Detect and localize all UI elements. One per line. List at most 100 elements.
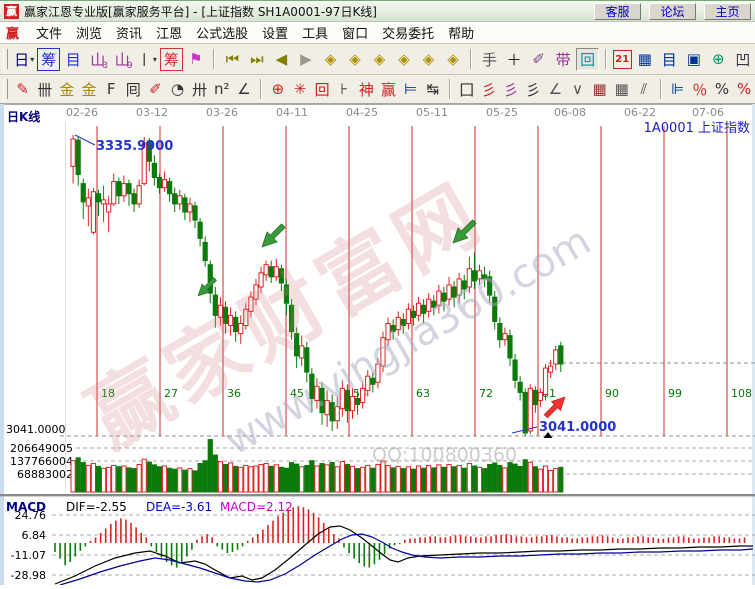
toolbar-shen-grid-icon[interactable]: 神 [356,78,376,101]
candle-body [157,178,161,188]
forum-button[interactable]: 论坛 [649,3,696,20]
toolbar-price-grid-icon[interactable]: 卅 [190,78,210,101]
homepage-button[interactable]: 主页 [704,3,751,20]
toolbar-diamond-right-icon[interactable]: ◈ [344,48,367,71]
toolbar-chip-tool-active-icon[interactable]: 筹 [160,48,183,71]
toolbar-save-disk-icon[interactable]: ▣ [683,48,706,71]
candle-body [559,346,563,364]
toolbar-trend-pen-icon[interactable]: ✎ [13,78,33,101]
toolbar-fan-square-icon[interactable]: 彡 [523,78,543,101]
toolbar-calculator-icon[interactable]: ▦ [634,48,657,71]
volume-bar [472,466,476,492]
menu-item-江恩[interactable]: 江恩 [149,27,189,42]
toolbar-fibonacci-grid-icon[interactable]: F [101,78,121,101]
volume-bar [300,467,304,492]
toolbar-fan-lines-icon[interactable]: 彡 [479,78,499,101]
toolbar-hand-tool-icon[interactable]: 手 [478,48,501,71]
toolbar-time-clock-icon[interactable]: ◔ [168,78,188,101]
toolbar-row-1: 日▾筹目山3山9〡▾筹⚑⏮⏭◀▶◈◈◈◈◈◈手＋✐带回21▦目▣⊕凹 [0,44,755,75]
toolbar-percent-red-icon[interactable]: % [734,78,754,101]
toolbar-gann-starburst-icon[interactable]: ✳ [290,78,310,101]
candle-body [193,206,197,220]
toolbar-gold-grid-icon[interactable]: 金 [57,78,77,101]
menu-item-交易委托[interactable]: 交易委托 [375,27,441,42]
toolbar-smart-brain-icon[interactable]: 回 [576,48,599,71]
toolbar-acute-lines-icon[interactable]: ∠ [545,78,565,101]
menu-item-资讯[interactable]: 资讯 [109,27,149,42]
volume-bar [452,467,456,492]
candle-body [503,334,507,340]
toolbar-gann-target-icon[interactable]: ⊕ [268,78,288,101]
menu-item-浏览[interactable]: 浏览 [69,27,109,42]
toolbar-ribbon-tool-icon[interactable]: 带 [552,48,575,71]
toolbar-diamond-left-icon[interactable]: ◈ [319,48,342,71]
toolbar-angle-pen-icon[interactable]: ✐ [145,78,165,101]
toolbar-diamond-fit-icon[interactable]: ◈ [442,48,465,71]
toolbar-terminal-icon[interactable]: 凹 [732,48,755,71]
menu-item-帮助[interactable]: 帮助 [441,27,481,42]
watermark-qq: QQ:100800360 [372,444,517,466]
volume-bar [310,461,314,492]
volume-bar [152,465,156,492]
toolbar-box-tool-icon[interactable]: 囗 [457,78,477,101]
volume-bar [340,462,344,492]
toolbar-percent-icon[interactable]: % [712,78,732,101]
toolbar-draw-pen-icon[interactable]: ✐ [527,48,550,71]
volume-bar [345,464,349,492]
toolbar-square-spiral-icon[interactable]: 回 [312,78,332,101]
toolbar-price-ruler-icon[interactable]: ⊨ [401,78,421,101]
customer-service-button[interactable]: 客服 [594,3,641,20]
toolbar-kline-style-dropdown[interactable]: 日▾ [13,48,36,71]
toolbar-zigzag-icon[interactable]: ∨ [567,78,587,101]
toolbar-calendar-icon[interactable]: 21 [613,50,632,69]
toolbar-skip-start-icon[interactable]: ⏮ [221,48,244,71]
toolbar-diamond-up-icon[interactable]: ◈ [393,48,416,71]
menu-item-设置[interactable]: 设置 [255,27,295,42]
toolbar-diamond-expand-icon[interactable]: ◈ [368,48,391,71]
menu-item-文件[interactable]: 文件 [29,27,69,42]
toolbar-gold-grid2-icon[interactable]: 金 [79,78,99,101]
candle-body [355,398,359,404]
toolbar-crosshair-tool-icon[interactable]: ＋ [503,48,526,71]
toolbar-single-candle-dropdown[interactable]: 〡▾ [136,48,159,71]
volume-bar [355,469,359,492]
volume-bar [249,467,253,492]
toolbar-fan-box-icon[interactable]: 彡 [501,78,521,101]
toolbar-gann-grid-icon[interactable]: 卌 [35,78,55,101]
chart-canvas[interactable]: 日K线02-2603-1203-2604-1104-2505-1105-2506… [0,104,755,585]
volume-bar [208,440,212,492]
toolbar-volume-flag-icon[interactable]: ⚑ [185,48,208,71]
toolbar-step-back-icon[interactable]: ◀ [270,48,293,71]
toolbar-bars-9-icon[interactable]: 山9 [111,48,134,71]
date-tick: 06-22 [624,106,656,119]
toolbar-step-forward-icon[interactable]: ▶ [295,48,318,71]
volume-bar [96,466,100,492]
toolbar-memo-icon[interactable]: 目 [658,48,681,71]
menu-item-工具[interactable]: 工具 [295,27,335,42]
toolbar-percent-retrace-icon[interactable]: ％ [690,78,710,101]
toolbar-square-of-nine-icon[interactable]: n² [212,78,232,101]
volume-bar [295,464,299,492]
toolbar-span-measure-icon[interactable]: ↹ [423,78,443,101]
menu-item-公式选股[interactable]: 公式选股 [189,27,255,42]
toolbar-yingjia-grid-icon[interactable]: 赢 [379,78,399,101]
toolbar-diamond-down-icon[interactable]: ◈ [417,48,440,71]
toolbar-measure-123-icon[interactable]: ⊫ [668,78,688,101]
volume-bar [391,468,395,492]
date-tick: 07-06 [692,106,724,119]
volume-bar [168,468,172,492]
toolbar-parallel-lines-icon[interactable]: ⫽ [634,78,654,101]
toolbar-chip-distribution-icon[interactable]: 筹 [37,48,60,71]
toolbar-grip [3,49,8,69]
toolbar-grid-block-icon[interactable]: ▦ [590,78,610,101]
toolbar-web-sync-icon[interactable]: ⊕ [707,48,730,71]
toolbar-i-channel-icon[interactable]: ⊦ [334,78,354,101]
toolbar-angle-measure-icon[interactable]: ∠ [234,78,254,101]
toolbar-spiral-tool-icon[interactable]: 囘 [123,78,143,101]
toolbar-skip-end-icon[interactable]: ⏭ [246,48,269,71]
toolbar-bars-3-icon[interactable]: 山3 [87,48,110,71]
toolbar-grid-block2-icon[interactable]: ▦ [612,78,632,101]
toolbar-f10-info-icon[interactable]: 目 [62,48,85,71]
candle-body [508,336,512,358]
menu-item-窗口[interactable]: 窗口 [335,27,375,42]
